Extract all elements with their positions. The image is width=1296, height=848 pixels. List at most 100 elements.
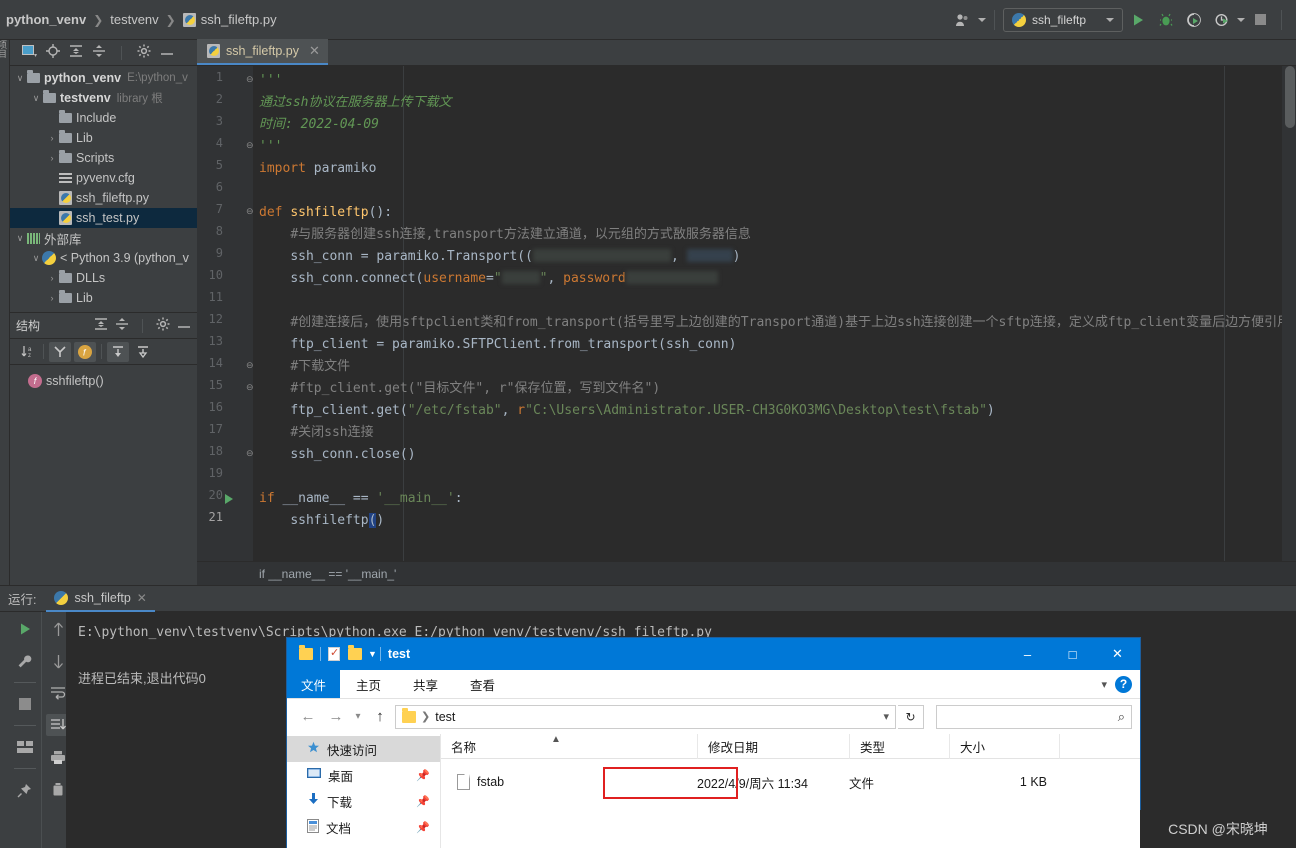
code-line[interactable]: '''	[259, 70, 282, 92]
nav-item[interactable]: 文档 📌	[287, 814, 440, 840]
collapse-all-icon[interactable]	[115, 317, 129, 334]
code-line[interactable]: #下载文件	[259, 356, 350, 378]
minimize-panel-icon[interactable]	[160, 46, 174, 60]
ribbon-tab-home[interactable]: 主页	[340, 670, 397, 698]
collapse-all-icon[interactable]	[92, 44, 106, 61]
help-icon[interactable]: ?	[1115, 675, 1132, 693]
structure-list[interactable]: f sshfileftp()	[10, 365, 197, 391]
maximize-icon[interactable]: □	[1050, 638, 1095, 670]
column-header-modified[interactable]: 修改日期	[697, 733, 849, 759]
close-icon[interactable]: ✕	[309, 43, 320, 59]
tree-item[interactable]: ssh_test.py	[10, 208, 197, 228]
address-input[interactable]: ❯ test ▾	[395, 704, 896, 729]
tree-item[interactable]: ∨ testvenv library 根	[10, 88, 197, 108]
column-header-name[interactable]: 名称	[441, 734, 697, 759]
layout-icon[interactable]	[13, 736, 37, 758]
run-icon[interactable]	[1125, 8, 1151, 32]
chevron-right-icon[interactable]: ›	[46, 133, 58, 143]
tab-ssh-fileftp[interactable]: ssh_fileftp.py ✕	[197, 39, 328, 65]
tree-item[interactable]: › Lib	[10, 128, 197, 148]
code-lines[interactable]: ''' 通过ssh协议在服务器上传下载文 时间: 2022-04-09 ''' impo…	[253, 66, 1296, 561]
close-icon[interactable]: ✕	[137, 591, 147, 605]
chevron-right-icon[interactable]: ›	[46, 293, 58, 303]
pin-icon[interactable]	[13, 779, 37, 801]
nav-item[interactable]: 快速访问	[287, 736, 440, 762]
code-line[interactable]: #关闭ssh连接	[259, 422, 373, 444]
ribbon-tab-share[interactable]: 共享	[397, 670, 454, 698]
tree-item[interactable]: ∨ < Python 3.9 (python_v	[10, 248, 197, 268]
close-icon[interactable]: ✕	[1095, 638, 1140, 670]
properties-icon[interactable]	[328, 646, 340, 661]
tree-item[interactable]: › Scripts	[10, 148, 197, 168]
recent-locations-icon[interactable]: ▾	[351, 704, 365, 730]
chevron-down-icon[interactable]: ∨	[14, 73, 26, 84]
chevron-down-icon[interactable]: ∨	[30, 253, 42, 264]
show-inherited-icon[interactable]	[49, 341, 71, 362]
editor-breadcrumb[interactable]: if __name__ == '__main_'	[197, 561, 1296, 585]
ribbon-tab-file[interactable]: 文件	[287, 670, 340, 698]
code-canvas[interactable]: 1 2 3 4 5 6 7 8 9 10 11 12 13 14 15 16 17 18 19 20 21 ⊖ ⊖ ⊖ ⊖ ⊖ ⊖ …	[197, 66, 1296, 561]
breadcrumb-file[interactable]: ssh_fileftp.py	[177, 12, 283, 27]
chevron-right-icon[interactable]: ›	[46, 153, 58, 163]
up-icon[interactable]: ↑	[367, 704, 393, 730]
tree-item[interactable]: ssh_fileftp.py	[10, 188, 197, 208]
refresh-icon[interactable]: ↻	[898, 704, 924, 729]
nav-item[interactable]: 桌面 📌	[287, 762, 440, 788]
code-line[interactable]: 通过ssh协议在服务器上传下载文	[259, 92, 451, 114]
code-line[interactable]: '''	[259, 136, 282, 158]
chevron-down-icon[interactable]: ∨	[14, 233, 26, 244]
locate-icon[interactable]	[46, 44, 60, 61]
rerun-icon[interactable]	[13, 618, 37, 640]
profile-caret-icon[interactable]	[1237, 17, 1245, 22]
run-line-icon[interactable]	[225, 494, 233, 504]
tree-item[interactable]: › DLLs	[10, 268, 197, 288]
tree-item[interactable]: ∨ 外部库	[10, 228, 197, 248]
show-fields-icon[interactable]: f	[74, 341, 96, 362]
gear-icon[interactable]	[137, 44, 151, 61]
new-folder-icon[interactable]	[348, 645, 362, 660]
run-configuration-selector[interactable]: ssh_fileftp	[1003, 7, 1123, 32]
coverage-icon[interactable]	[1181, 8, 1207, 32]
sort-alphabetically-icon[interactable]: az	[16, 342, 38, 362]
tree-item[interactable]: pyvenv.cfg	[10, 168, 197, 188]
gear-icon[interactable]	[156, 317, 170, 334]
project-view-selector-icon[interactable]	[22, 44, 37, 61]
ribbon-expand-icon[interactable]: ▾	[1101, 678, 1107, 691]
structure-item[interactable]: f sshfileftp()	[10, 371, 197, 391]
pin-icon[interactable]: 📌	[416, 769, 430, 782]
expand-structure-icon[interactable]	[107, 341, 129, 362]
chevron-down-icon[interactable]: ▼	[368, 649, 377, 659]
profile-icon[interactable]	[1209, 8, 1235, 32]
nav-item[interactable]: 下载 📌	[287, 788, 440, 814]
code-line[interactable]: 时间: 2022-04-09	[259, 114, 379, 136]
code-line[interactable]: #与服务器创建ssh连接,transport方法建立通道，以元组的方式敔服务器信…	[259, 224, 751, 246]
explorer-nav-pane[interactable]: 快速访问 桌面 📌 下载 📌 文档 📌	[287, 734, 441, 848]
settings-wrench-icon[interactable]	[13, 650, 37, 672]
stop-icon[interactable]	[13, 693, 37, 715]
code-line[interactable]: if __name__ == '__main__':	[259, 488, 463, 510]
user-profile-icon[interactable]	[950, 8, 976, 32]
search-input[interactable]: ⌕	[936, 704, 1132, 729]
expand-all-icon[interactable]	[69, 44, 83, 61]
pin-icon[interactable]: 📌	[416, 821, 430, 834]
code-line[interactable]: #创建连接后，使用sftpclient类和from_transport(括号里写…	[259, 312, 1290, 334]
left-tool-rail[interactable]: 项目	[0, 40, 10, 585]
column-header-size[interactable]: 大小	[949, 733, 1059, 759]
code-line[interactable]: def sshfileftp():	[259, 202, 392, 224]
code-line[interactable]: ssh_conn.connect(username=" ", password	[259, 268, 718, 290]
project-tree[interactable]: ∨ python_venv E:\python_v ∨ testvenv library …	[10, 66, 197, 312]
pin-icon[interactable]: 📌	[416, 795, 430, 808]
explorer-file-list[interactable]: 名称 修改日期 类型 大小 ▲ fstab 2022/4/9/周六 11:34 …	[441, 733, 1140, 848]
debug-icon[interactable]	[1153, 8, 1179, 32]
explorer-title-bar[interactable]: ▼ test – □ ✕	[287, 638, 1140, 670]
user-profile-caret-icon[interactable]	[978, 17, 986, 22]
minimize-icon[interactable]: –	[1005, 638, 1050, 670]
vertical-scrollbar[interactable]	[1285, 66, 1295, 128]
code-line[interactable]: ftp_client.get("/etc/fstab", r"C:\Users\…	[259, 400, 994, 422]
chevron-down-icon[interactable]: ▾	[883, 710, 889, 723]
run-tab[interactable]: ssh_fileftp ✕	[46, 586, 155, 612]
ribbon-tab-view[interactable]: 查看	[454, 670, 511, 698]
back-icon[interactable]: ←	[295, 704, 321, 730]
code-line[interactable]: import paramiko	[259, 158, 376, 180]
code-line[interactable]: ssh_conn = paramiko.Transport((, )	[259, 246, 740, 268]
